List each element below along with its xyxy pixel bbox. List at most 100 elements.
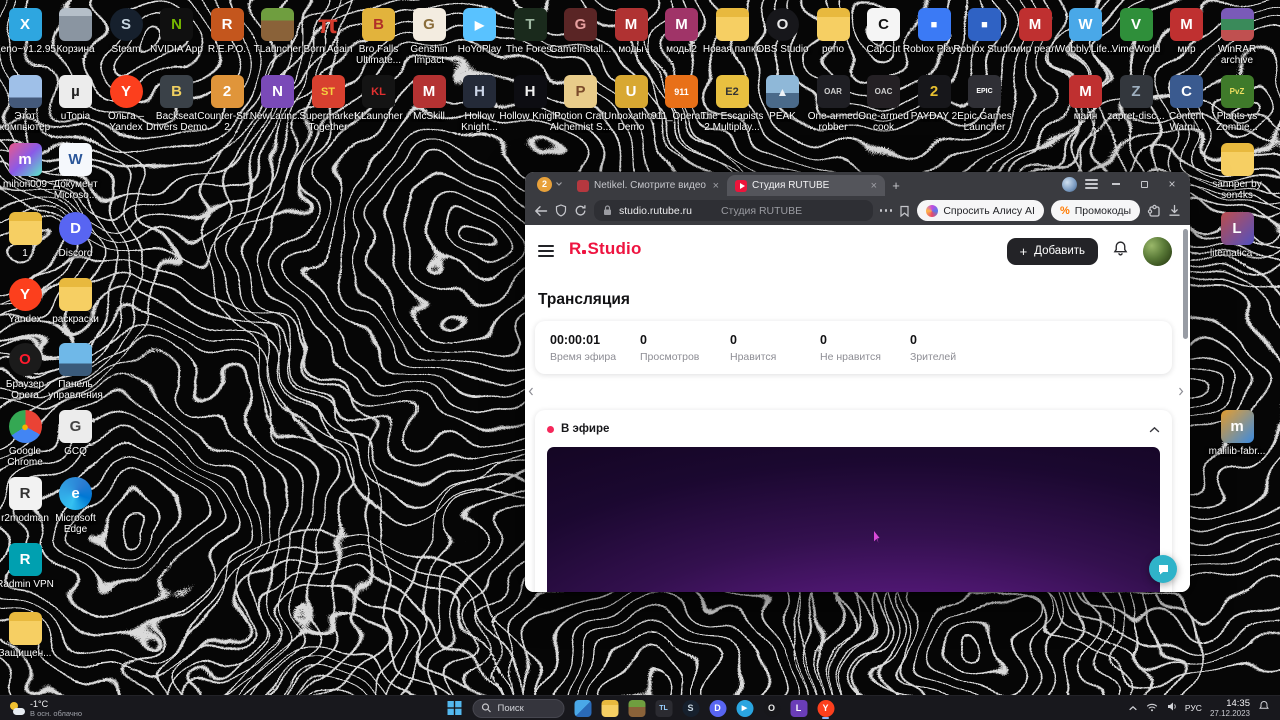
desktop-icon[interactable]: раскраски <box>43 278 109 325</box>
taskbar-clock[interactable]: 14:35 27.12.2023 <box>1210 697 1250 718</box>
desktop-icon-label: Microsoft Edge <box>55 513 96 535</box>
hidden-icons-chevron-icon[interactable] <box>1128 699 1138 717</box>
desktop-icon[interactable]: PvZ Plants vs Zombie... <box>1204 75 1270 133</box>
taskbar-app-obs[interactable]: O <box>761 697 783 719</box>
stat-label: Просмотров <box>640 350 700 363</box>
notifications-bell-icon[interactable] <box>1112 240 1129 262</box>
desktop-icon[interactable]: L litematica-... <box>1204 212 1270 259</box>
refresh-icon[interactable] <box>574 204 587 217</box>
browser-menu-icon[interactable] <box>1085 179 1098 189</box>
desktop-icon-image <box>715 8 749 41</box>
page-title-in-urlbar: Студия RUTUBE <box>720 204 803 217</box>
language-indicator[interactable]: РУС <box>1185 703 1202 713</box>
stats-scroll-left-icon[interactable] <box>528 383 534 401</box>
desktop-icon[interactable]: G GCQ <box>43 410 109 457</box>
page-scrollbar[interactable] <box>1183 229 1188 588</box>
desktop-icon[interactable]: Панель управления <box>43 343 109 401</box>
extensions-puzzle-icon[interactable] <box>1147 204 1161 218</box>
downloads-icon[interactable] <box>1168 204 1181 217</box>
taskbar-app-file-explorer[interactable] <box>599 697 621 719</box>
hamburger-menu-icon[interactable] <box>538 245 554 257</box>
windows-logo-icon <box>447 701 462 715</box>
desktop-icon[interactable]: W Документ Microso... <box>43 143 109 201</box>
browser-tab-rutube-studio[interactable]: Студия RUTUBE × <box>727 175 885 196</box>
url-bar[interactable]: studio.rutube.ru Студия RUTUBE <box>594 200 873 221</box>
taskbar-app-steam[interactable]: S <box>680 697 702 719</box>
clock-time: 14:35 <box>1226 697 1250 709</box>
desktop-icon-image: C <box>867 8 900 41</box>
taskbar-app-tlauncher[interactable]: TL <box>653 697 675 719</box>
stat-value: 0 <box>730 332 737 347</box>
desktop-icon-image: М <box>614 8 648 41</box>
desktop-icon[interactable]: WinRAR archive <box>1204 8 1270 66</box>
volume-icon[interactable] <box>1166 699 1177 717</box>
window-close-button[interactable]: × <box>1162 174 1182 194</box>
browser-profile-button[interactable]: 2 <box>531 172 569 196</box>
desktop-icon-image: PvZ <box>1220 75 1254 108</box>
desktop-icon-image: R <box>8 543 42 576</box>
protect-shield-icon[interactable] <box>555 204 567 217</box>
desktop-icon[interactable]: e Microsoft Edge <box>43 477 109 535</box>
wifi-icon[interactable] <box>1146 699 1158 717</box>
back-icon[interactable] <box>534 205 548 217</box>
browser-user-avatar[interactable] <box>1062 176 1077 192</box>
scrollbar-thumb[interactable] <box>1183 229 1188 339</box>
tab-close-icon[interactable]: × <box>713 180 719 192</box>
live-label: В эфире <box>561 423 610 435</box>
desktop-icon[interactable]: EPIC Epic Games Launcher <box>952 75 1018 133</box>
stream-video-preview[interactable] <box>547 447 1160 592</box>
desktop-icon-image: e <box>59 477 92 510</box>
taskbar-app-yandex-browser[interactable]: Y <box>815 697 837 719</box>
new-tab-button[interactable]: + <box>885 175 907 196</box>
taskbar-search[interactable]: Поиск <box>472 698 565 718</box>
taskbar-app-lunar-client[interactable]: L <box>788 697 810 719</box>
desktop-icon-label: Radmin VPN <box>0 579 54 590</box>
taskbar-app-minecraft[interactable] <box>626 697 648 719</box>
promo-codes-button[interactable]: % Промокоды <box>1050 200 1140 221</box>
stream-stat: 0 Просмотров <box>640 333 730 363</box>
start-button[interactable] <box>444 697 466 719</box>
desktop-icon-image: H <box>513 75 547 108</box>
desktop-icon-label: Plants vs Zombie... <box>1216 111 1258 133</box>
desktop-icon-image: ▶ <box>463 8 496 41</box>
window-minimize-button[interactable] <box>1106 174 1126 194</box>
ask-alice-button[interactable]: Спросить Алису AI <box>917 200 1044 221</box>
collapse-chevron-icon[interactable] <box>1149 420 1160 438</box>
percent-icon: % <box>1059 204 1070 217</box>
desktop-icon-image: OAC <box>867 75 900 108</box>
search-label: Поиск <box>497 702 524 714</box>
desktop-icon-image: М <box>1018 8 1052 41</box>
desktop-icon[interactable]: sannper by son4ks <box>1204 143 1270 201</box>
more-options-icon[interactable] <box>879 209 893 212</box>
desktop-icon[interactable]: m malilib-fabr... <box>1204 410 1270 457</box>
desktop-icon[interactable]: R Radmin VPN <box>0 543 58 590</box>
notification-center-icon[interactable] <box>1258 699 1270 717</box>
window-maximize-button[interactable] <box>1134 174 1154 194</box>
add-button[interactable]: + Добавить <box>1006 237 1098 265</box>
browser-tab-netikel[interactable]: Netikel. Смотрите видео × <box>569 175 727 196</box>
desktop-icon-label: WinRAR archive <box>1217 44 1257 66</box>
desktop-icon-image <box>59 278 92 311</box>
taskbar-apps: TL S D ▶ O L Y <box>572 697 837 719</box>
stat-label: Зрителей <box>910 350 957 363</box>
lock-icon <box>603 205 612 216</box>
desktop-icon-label: Документ Microso... <box>53 179 98 201</box>
desktop-icon[interactable]: Защищен... <box>0 612 58 659</box>
taskbar-app-widgets[interactable] <box>572 697 594 719</box>
desktop-icon[interactable]: D Discord <box>43 212 109 259</box>
desktop-icon-label: GCQ <box>64 446 87 457</box>
channel-avatar[interactable] <box>1143 236 1172 266</box>
stat-value: 00:00:01 <box>550 332 601 347</box>
desktop-icon-image: S <box>109 8 143 41</box>
bookmark-flag-icon[interactable] <box>899 205 910 217</box>
feedback-fab-button[interactable] <box>1149 555 1177 583</box>
taskbar-app-telegram[interactable]: ▶ <box>734 697 756 719</box>
taskbar-app-discord[interactable]: D <box>707 697 729 719</box>
desktop-icon-label: раскраски <box>52 314 99 325</box>
desktop-icon-image: O <box>8 343 42 376</box>
rutube-studio-logo[interactable]: R Studio <box>569 239 642 263</box>
desktop-icon-image: D <box>59 212 92 245</box>
url-text: studio.rutube.ru <box>619 204 692 217</box>
tab-close-icon[interactable]: × <box>871 180 877 192</box>
taskbar-weather-widget[interactable]: -1°C В осн. облачно <box>0 696 92 720</box>
